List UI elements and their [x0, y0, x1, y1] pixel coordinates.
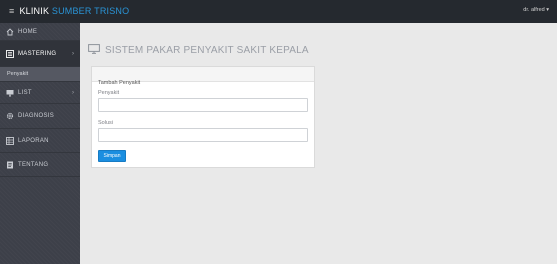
sidebar: HOME MASTERING › Penyakit LIST › DIAGNOS…	[0, 23, 80, 264]
solusi-label: Solusi	[98, 120, 113, 126]
sidebar-item-tentang[interactable]: TENTANG	[0, 153, 80, 177]
sidebar-item-label: HOME	[18, 28, 38, 35]
sidebar-subitem-label: Penyakit	[7, 71, 29, 77]
sidebar-item-diagnosis[interactable]: DIAGNOSIS	[0, 104, 80, 129]
menu-icon[interactable]: ≡	[9, 6, 14, 16]
form-header: Tambah Penyakit	[92, 67, 314, 86]
sidebar-item-laporan[interactable]: LAPORAN	[0, 129, 80, 153]
home-icon	[5, 27, 14, 36]
penyakit-label: Penyakit	[98, 90, 120, 96]
brand-suffix: SUMBER TRISNO	[51, 6, 130, 16]
sidebar-item-label: LIST	[18, 89, 32, 96]
sidebar-item-label: DIAGNOSIS	[18, 113, 55, 119]
monitor-icon	[5, 88, 14, 97]
document-icon	[5, 160, 14, 169]
penyakit-input[interactable]	[98, 98, 308, 112]
sidebar-item-label: MASTERING	[18, 50, 57, 57]
top-navbar: ≡ KLINIK SUMBER TRISNO dr. alfred ▾	[0, 0, 557, 23]
page-title: SISTEM PAKAR PENYAKIT SAKIT KEPALA	[105, 44, 309, 56]
brand[interactable]: ≡ KLINIK SUMBER TRISNO	[9, 6, 129, 16]
sidebar-subitem-penyakit[interactable]: Penyakit	[0, 67, 80, 82]
sidebar-item-list[interactable]: LIST ›	[0, 82, 80, 104]
page-header: SISTEM PAKAR PENYAKIT SAKIT KEPALA	[88, 41, 309, 59]
brand-prefix: KLINIK	[19, 6, 50, 16]
chevron-right-icon: ›	[72, 50, 74, 57]
sidebar-item-mastering[interactable]: MASTERING ›	[0, 41, 80, 67]
list-icon	[5, 49, 14, 58]
add-penyakit-form: Tambah Penyakit Penyakit Solusi Simpan	[91, 66, 315, 168]
table-icon	[5, 136, 14, 145]
gear-icon	[5, 112, 14, 121]
solusi-input[interactable]	[98, 128, 308, 142]
form-heading: Tambah Penyakit	[98, 80, 141, 86]
save-button[interactable]: Simpan	[98, 150, 126, 162]
user-menu[interactable]: dr. alfred ▾	[523, 7, 549, 13]
sidebar-item-label: LAPORAN	[18, 137, 49, 144]
chevron-right-icon: ›	[72, 89, 74, 96]
sidebar-item-home[interactable]: HOME	[0, 23, 80, 41]
sidebar-item-label: TENTANG	[18, 161, 49, 168]
monitor-icon	[88, 41, 100, 59]
